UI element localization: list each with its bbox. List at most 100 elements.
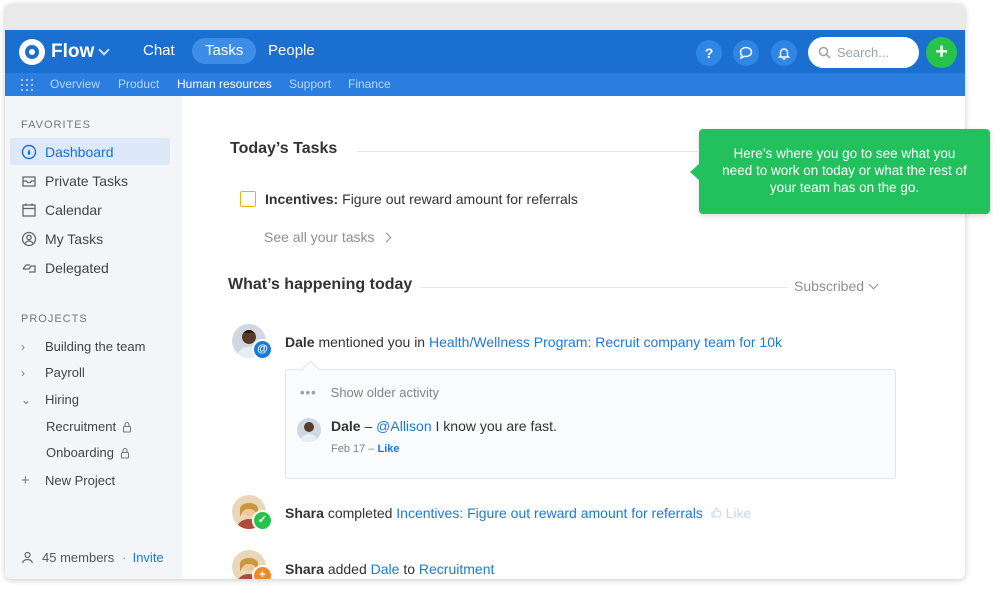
sidebar-item-label: My Tasks (45, 230, 104, 247)
sidebar-item-dashboard[interactable]: Dashboard (10, 138, 170, 165)
activity-actor[interactable]: Shara (285, 561, 324, 577)
search-icon (818, 46, 831, 59)
activity-item: Shara added Dale to Recruitment (285, 561, 494, 577)
project-recruitment[interactable]: Recruitment (46, 419, 132, 434)
activity-item: Dale mentioned you in Health/Wellness Pr… (285, 334, 782, 350)
delegate-icon (20, 259, 37, 276)
activity-actor[interactable]: Shara (285, 505, 324, 521)
activity-target-link[interactable]: Dale (371, 561, 400, 577)
chat-bubble-button[interactable] (733, 40, 759, 66)
search-placeholder: Search... (837, 45, 890, 60)
task-item[interactable]: Incentives: Figure out reward amount for… (240, 191, 578, 207)
project-building-the-team[interactable]: › Building the team (21, 339, 145, 354)
chevron-right-icon (381, 232, 391, 242)
subnav-finance[interactable]: Finance (348, 77, 391, 91)
project-payroll[interactable]: › Payroll (21, 365, 85, 380)
project-onboarding[interactable]: Onboarding (46, 445, 130, 460)
like-label: Like (725, 505, 752, 521)
members-footer: 45 members · Invite (21, 550, 164, 565)
project-hiring[interactable]: ⌄ Hiring (21, 392, 79, 407)
sidebar-item-calendar[interactable]: Calendar (10, 196, 170, 223)
top-navigation: Flow Chat Tasks People ? Search... + (5, 30, 965, 73)
app-name: Flow (51, 41, 95, 62)
flow-logo-icon (19, 39, 45, 65)
help-button[interactable]: ? (696, 40, 722, 66)
activity-item: Shara completed Incentives: Figure out r… (285, 505, 751, 521)
sidebar-item-label: Dashboard (45, 143, 114, 160)
tab-people[interactable]: People (255, 38, 328, 64)
avatar[interactable] (297, 418, 321, 442)
activity-target-link[interactable]: Health/Wellness Program: Recruit company… (429, 334, 782, 350)
happening-title: What’s happening today (228, 276, 413, 293)
sidebar-item-my-tasks[interactable]: My Tasks (10, 225, 170, 252)
activity-thread: ••• Show older activity Dale – @Allison … (285, 369, 896, 479)
grid-icon[interactable] (21, 79, 33, 91)
sidebar-item-private-tasks[interactable]: Private Tasks (10, 167, 170, 194)
divider (357, 151, 697, 152)
members-icon (21, 551, 34, 564)
subscribed-dropdown[interactable]: Subscribed (794, 278, 879, 294)
chevron-right-icon: › (21, 365, 25, 380)
sidebar-item-label: Private Tasks (45, 172, 128, 189)
subnav-human-resources[interactable]: Human resources (177, 77, 272, 91)
thumbs-up-icon (711, 507, 722, 518)
lock-icon (123, 421, 132, 433)
see-all-tasks-link[interactable]: See all your tasks (264, 229, 391, 245)
comment-dash: – (364, 418, 373, 434)
task-checkbox[interactable] (240, 191, 256, 207)
add-button[interactable]: + (926, 37, 957, 68)
separator-dot: · (122, 550, 127, 565)
subnav-support[interactable]: Support (289, 77, 331, 91)
mention-badge: @ (252, 339, 273, 360)
subnav-overview[interactable]: Overview (50, 77, 100, 91)
comment-author[interactable]: Dale (331, 418, 361, 434)
show-older-label: Show older activity (330, 385, 440, 400)
chevron-down-icon: ⌄ (21, 392, 32, 407)
show-older-activity[interactable]: ••• Show older activity (300, 385, 439, 400)
invite-link[interactable]: Invite (133, 550, 164, 565)
more-dots-icon: ••• (300, 385, 317, 400)
like-link[interactable]: Like (377, 443, 399, 455)
added-badge: + (252, 565, 273, 579)
chevron-down-icon (98, 44, 110, 56)
activity-target-link[interactable]: Recruitment (419, 561, 494, 577)
like-button[interactable]: Like (711, 505, 752, 521)
window-titlebar (5, 4, 965, 30)
tab-chat[interactable]: Chat (130, 38, 188, 64)
projects-heading: PROJECTS (21, 313, 88, 325)
members-count: 45 members (42, 550, 115, 565)
see-all-label: See all your tasks (264, 229, 375, 245)
inbox-icon (20, 172, 37, 189)
task-title: Figure out reward amount for referrals (342, 191, 578, 207)
search-input[interactable]: Search... (808, 37, 919, 68)
sidebar-item-label: Calendar (45, 201, 102, 218)
notifications-button[interactable] (771, 40, 797, 66)
plus-icon: + (21, 472, 30, 489)
person-icon (20, 230, 37, 247)
dashboard-icon (20, 143, 37, 160)
subnav-product[interactable]: Product (118, 77, 159, 91)
calendar-icon (20, 201, 37, 218)
divider (420, 287, 788, 288)
comment-text: I know you are fast. (435, 418, 557, 434)
app-switcher[interactable]: Flow (19, 39, 110, 65)
activity-verb: added (327, 561, 367, 577)
activity-verb: mentioned you in (318, 334, 426, 350)
sidebar-item-delegated[interactable]: Delegated (10, 254, 170, 281)
lock-icon (120, 447, 130, 459)
tab-tasks[interactable]: Tasks (192, 38, 257, 64)
activity-target-link[interactable]: Incentives: Figure out reward amount for… (396, 505, 703, 521)
bell-icon (777, 48, 791, 60)
project-label: Onboarding (46, 445, 114, 460)
completed-badge: ✓ (252, 510, 273, 531)
activity-actor[interactable]: Dale (285, 334, 315, 350)
project-label: Recruitment (46, 419, 117, 434)
sub-navigation: Overview Product Human resources Support… (5, 73, 965, 96)
new-project-button[interactable]: + New Project (21, 472, 115, 489)
chevron-down-icon (868, 279, 879, 289)
sidebar-item-label: Delegated (45, 259, 109, 276)
mention-link[interactable]: @Allison (376, 418, 431, 434)
new-project-label: New Project (45, 473, 116, 488)
sidebar: FAVORITES Dashboard Private Tasks Calend… (5, 96, 182, 579)
comment-meta: Feb 17 – Like (331, 443, 400, 455)
